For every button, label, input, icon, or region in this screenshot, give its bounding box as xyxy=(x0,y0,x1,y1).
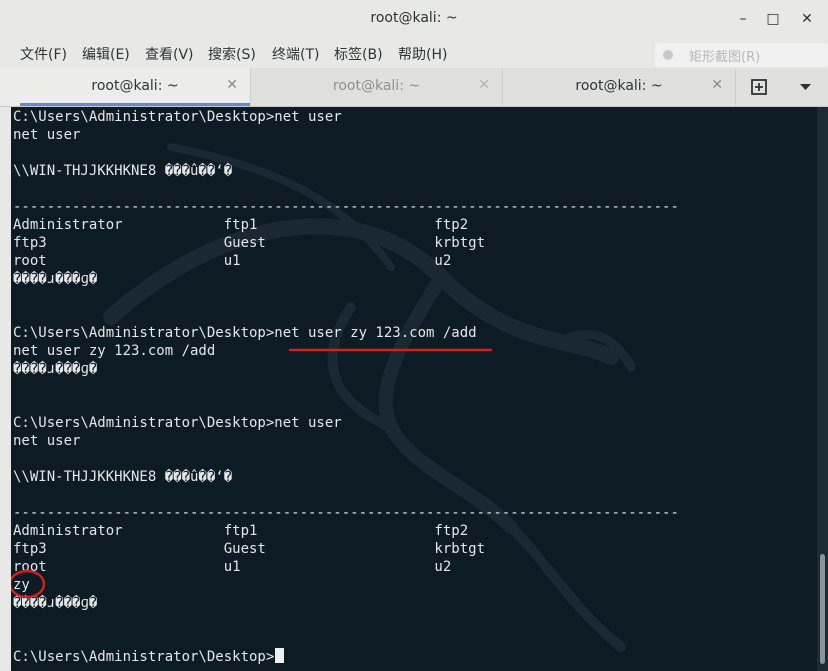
menu-tabs[interactable]: 标签(B) xyxy=(334,44,383,64)
terminal-line: ftp3 Guest krbtgt xyxy=(13,541,486,557)
tab-label: root@kali: ~ xyxy=(575,78,663,94)
terminal-line: \\WIN-THJJKKHKNE8 ���û��ʻ� xyxy=(13,469,233,485)
new-tab-button[interactable] xyxy=(736,68,782,106)
tabs-menu-button[interactable] xyxy=(783,68,828,106)
terminal-line: root u1 u2 xyxy=(13,253,452,269)
tab-bar: root@kali: ~ ✕ root@kali: ~ ✕ root@kali:… xyxy=(0,68,828,107)
tab-close-icon[interactable]: ✕ xyxy=(226,77,238,93)
terminal-line: ����ɹ���ɡ� xyxy=(13,271,98,287)
text-cursor xyxy=(275,648,285,663)
tab-3[interactable]: root@kali: ~ ✕ xyxy=(503,68,736,106)
terminal-line: ftp3 Guest krbtgt xyxy=(13,235,486,251)
terminal-line: C:\Users\Administrator\Desktop>net user xyxy=(13,415,342,431)
menu-search[interactable]: 搜索(S) xyxy=(208,44,256,64)
terminal-line: net user xyxy=(13,433,81,449)
terminal-line: zy xyxy=(13,577,30,593)
menu-file[interactable]: 文件(F) xyxy=(20,44,67,64)
terminal-line: C:\Users\Administrator\Desktop>net user xyxy=(13,109,342,125)
menu-edit[interactable]: 编辑(E) xyxy=(82,44,130,64)
active-tab-indicator xyxy=(20,103,250,106)
close-button[interactable]: ✕ xyxy=(797,9,817,29)
chevron-down-icon xyxy=(800,84,811,90)
terminal-scrollbar[interactable] xyxy=(817,107,828,671)
tab-label: root@kali: ~ xyxy=(91,78,179,94)
terminal-line: net user xyxy=(13,127,81,143)
terminal-line: ----------------------------------------… xyxy=(13,505,679,521)
tab-close-icon[interactable]: ✕ xyxy=(711,77,723,93)
screenshot-tool-overlay[interactable]: 矩形截图(R) xyxy=(655,43,828,67)
tab-2[interactable]: root@kali: ~ ✕ xyxy=(251,68,503,106)
scrollbar-thumb[interactable] xyxy=(820,554,825,664)
terminal-line: \\WIN-THJJKKHKNE8 ���û��ʻ� xyxy=(13,163,233,179)
terminal-line: ----------------------------------------… xyxy=(13,199,679,215)
tab-1[interactable]: root@kali: ~ ✕ xyxy=(0,68,251,106)
tab-close-icon[interactable]: ✕ xyxy=(478,77,490,93)
terminal-line: ����ɹ���ɡ� xyxy=(13,361,98,377)
kali-dragon-watermark xyxy=(103,143,636,652)
terminal-area[interactable]: C:\Users\Administrator\Desktop>net user n… xyxy=(11,107,817,671)
tab-label: root@kali: ~ xyxy=(332,78,421,94)
title-bar: root@kali: ~ – □ ✕ xyxy=(0,0,828,39)
maximize-button[interactable]: □ xyxy=(763,9,783,29)
terminal-line: ����ɹ���ɡ� xyxy=(13,595,98,611)
screenshot-tool-label: 矩形截图(R) xyxy=(689,50,761,65)
menu-terminal[interactable]: 终端(T) xyxy=(272,44,319,64)
terminal-line: root u1 u2 xyxy=(13,559,452,575)
terminal-line: Administrator ftp1 ftp2 xyxy=(13,523,469,539)
record-icon xyxy=(663,50,673,60)
menu-help[interactable]: 帮助(H) xyxy=(398,44,447,64)
terminal-line: C:\Users\Administrator\Desktop> xyxy=(13,648,285,666)
terminal-line: Administrator ftp1 ftp2 xyxy=(13,217,469,233)
minimize-button[interactable]: – xyxy=(733,9,753,29)
terminal-line: net user zy 123.com /add xyxy=(13,343,216,359)
window-border xyxy=(0,107,11,671)
window-title: root@kali: ~ xyxy=(370,10,458,26)
terminal-line: C:\Users\Administrator\Desktop>net user … xyxy=(13,325,477,341)
menu-view[interactable]: 查看(V) xyxy=(145,44,194,64)
new-tab-icon xyxy=(751,79,767,95)
